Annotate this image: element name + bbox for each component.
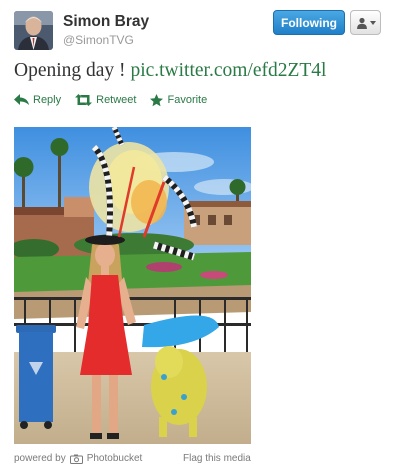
- media-footer: powered by Photobucket Flag this media: [14, 453, 254, 467]
- user-name[interactable]: Simon Bray: [63, 13, 149, 31]
- retweet-label: Retweet: [96, 94, 137, 106]
- tweet-text: Opening day ! pic.twitter.com/efd2ZT4l: [14, 60, 326, 82]
- tweet-actions: Reply Retweet Favorite: [14, 93, 221, 107]
- user-dropdown-icon: [356, 17, 367, 29]
- photobucket-brand: Photobucket: [86, 453, 143, 464]
- flag-media-link[interactable]: Flag this media: [183, 453, 251, 464]
- retweet-icon: [75, 94, 93, 106]
- racetrack-photo-illustration: [14, 127, 251, 444]
- avatar-photo: [14, 11, 53, 50]
- reply-label: Reply: [33, 94, 62, 106]
- camera-icon: [69, 454, 83, 464]
- tweet-media-link[interactable]: pic.twitter.com/efd2ZT4l: [130, 60, 326, 81]
- reply-icon: [14, 94, 29, 105]
- favorite-label: Favorite: [167, 94, 208, 106]
- retweet-button[interactable]: Retweet: [75, 94, 136, 106]
- star-icon: [150, 93, 164, 106]
- favorite-button[interactable]: Favorite: [150, 93, 208, 107]
- reply-button[interactable]: Reply: [14, 94, 61, 106]
- following-button[interactable]: Following: [273, 10, 345, 35]
- tweet-body: Opening day !: [14, 60, 131, 81]
- avatar[interactable]: [14, 11, 53, 50]
- powered-by[interactable]: powered by Photobucket: [14, 453, 142, 464]
- chevron-down-icon: [369, 20, 376, 25]
- user-handle[interactable]: @SimonTVG: [63, 33, 134, 47]
- following-button-label: Following: [281, 15, 337, 30]
- user-actions-button[interactable]: [350, 10, 381, 35]
- tweet-photo[interactable]: [14, 127, 251, 444]
- powered-by-prefix: powered by: [14, 453, 66, 464]
